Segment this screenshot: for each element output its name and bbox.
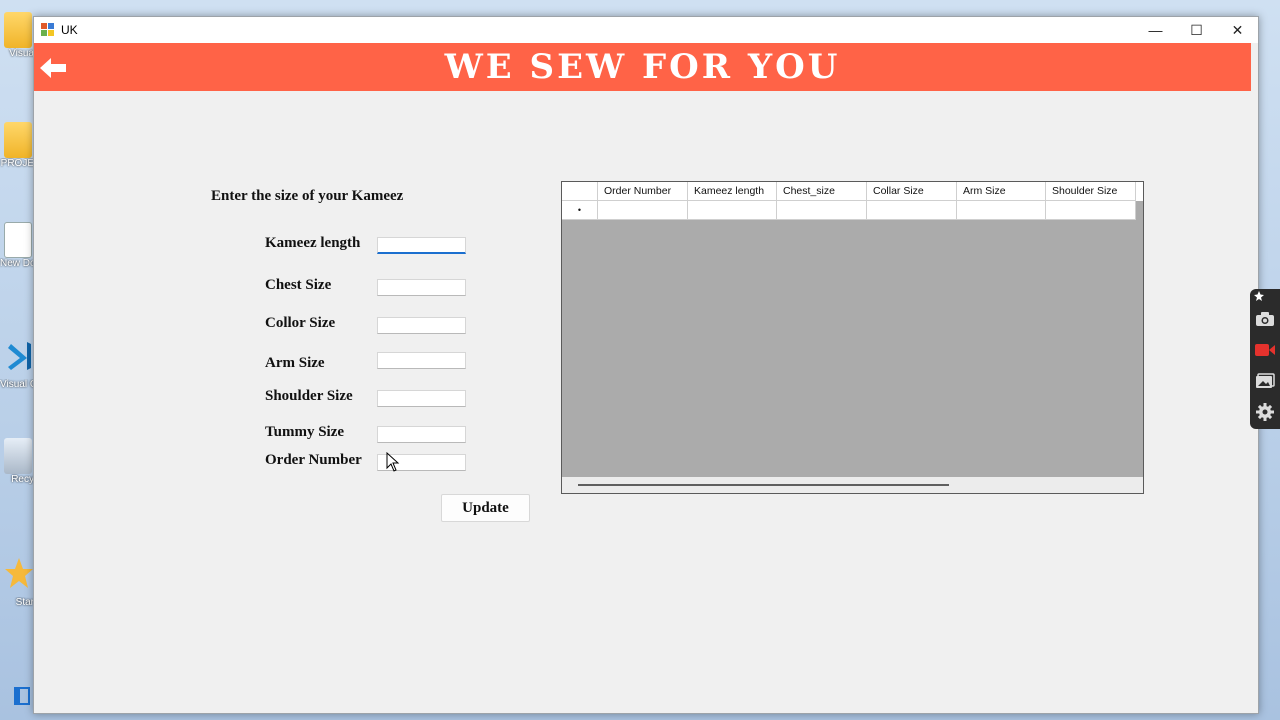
tummy-size-input[interactable] — [377, 426, 466, 443]
chest-size-input[interactable] — [377, 279, 466, 296]
camera-icon — [1256, 312, 1274, 326]
order-number-label: Order Number — [265, 452, 362, 468]
maximize-button[interactable]: ☐ — [1176, 17, 1217, 43]
header-banner: WE SEW FOR YOU — [34, 43, 1251, 91]
grid-corner-cell[interactable] — [562, 182, 598, 201]
column-header-arm-size[interactable]: Arm Size — [957, 182, 1046, 201]
folder-icon — [4, 122, 32, 158]
arm-size-label: Arm Size — [265, 355, 325, 371]
table-cell[interactable] — [777, 201, 867, 220]
table-cell[interactable] — [957, 201, 1046, 220]
title-bar[interactable]: UK — ☐ ✕ — [34, 17, 1258, 43]
gallery-icon — [1256, 373, 1275, 388]
taskbar-window-icon[interactable] — [14, 686, 32, 706]
column-header-kameez-length[interactable]: Kameez length — [688, 182, 777, 201]
grid-header-row: Order Number Kameez length Chest_size Co… — [562, 182, 1143, 201]
desktop-icon-visual-folder[interactable]: Visua — [0, 12, 34, 59]
column-header-shoulder-size[interactable]: Shoulder Size — [1046, 182, 1136, 201]
star-icon — [5, 558, 33, 588]
chest-size-label: Chest Size — [265, 277, 332, 293]
kameez-length-label: Kameez length — [265, 235, 361, 251]
arm-size-input[interactable] — [377, 352, 466, 369]
gallery-button[interactable] — [1254, 370, 1276, 392]
pin-icon[interactable] — [1254, 291, 1264, 301]
video-record-icon — [1255, 344, 1275, 356]
scrollbar-thumb[interactable] — [578, 484, 949, 486]
desktop-icon-recycle-bin[interactable]: Recy — [0, 438, 34, 485]
data-grid[interactable]: Order Number Kameez length Chest_size Co… — [561, 181, 1144, 494]
desktop-icon-label: New Docu — [0, 258, 34, 269]
settings-button[interactable] — [1254, 401, 1276, 423]
camera-button[interactable] — [1254, 308, 1276, 330]
desktop-icon-label: PROJE — [0, 158, 34, 169]
tummy-size-label: Tummy Size — [265, 424, 345, 440]
shoulder-size-label: Shoulder Size — [265, 388, 353, 404]
desktop-icon-label: Visua — [9, 48, 34, 59]
collor-size-label: Collor Size — [265, 315, 336, 331]
document-icon — [4, 222, 32, 258]
horizontal-scrollbar[interactable] — [562, 477, 1143, 493]
table-row[interactable]: • — [562, 201, 1143, 220]
column-header-order-number[interactable]: Order Number — [598, 182, 688, 201]
banner-title: WE SEW FOR YOU — [444, 47, 841, 87]
close-button[interactable]: ✕ — [1217, 17, 1258, 43]
table-cell[interactable] — [1046, 201, 1136, 220]
collor-size-input[interactable] — [377, 317, 466, 334]
desktop-icon-label: Visual Co — [0, 379, 34, 390]
column-header-chest-size[interactable]: Chest_size — [777, 182, 867, 201]
desktop-icon-label: Recy — [11, 474, 34, 485]
desktop-icon-project-folder[interactable]: PROJE — [0, 122, 34, 169]
video-record-button[interactable] — [1254, 339, 1276, 361]
table-cell[interactable] — [867, 201, 957, 220]
table-cell[interactable] — [598, 201, 688, 220]
desktop-icon-new-document[interactable]: New Docu — [0, 222, 34, 269]
vscode-icon — [8, 342, 31, 370]
window-controls: — ☐ ✕ — [1135, 17, 1258, 43]
gear-icon — [1256, 403, 1274, 421]
table-cell[interactable] — [688, 201, 777, 220]
column-header-collar-size[interactable]: Collar Size — [867, 182, 957, 201]
update-button[interactable]: Update — [441, 494, 530, 522]
app-icon — [41, 23, 55, 37]
app-window: UK — ☐ ✕ WE SEW FOR YOU Enter the size o… — [33, 16, 1259, 714]
capture-toolbar — [1250, 289, 1280, 429]
new-row-marker[interactable]: • — [562, 201, 598, 220]
shoulder-size-input[interactable] — [377, 390, 466, 407]
recycle-bin-icon — [4, 438, 32, 474]
desktop-icon-label: Star — [15, 597, 34, 608]
desktop-icon-start-shortcut[interactable]: Star — [0, 556, 34, 608]
window-title: UK — [61, 23, 78, 37]
folder-icon — [4, 12, 32, 48]
minimize-button[interactable]: — — [1135, 17, 1176, 43]
mouse-cursor-icon — [386, 452, 400, 472]
desktop-icon-vscode[interactable]: Visual Co — [0, 338, 34, 390]
kameez-length-input[interactable] — [377, 237, 466, 254]
form-heading: Enter the size of your Kameez — [211, 188, 404, 204]
